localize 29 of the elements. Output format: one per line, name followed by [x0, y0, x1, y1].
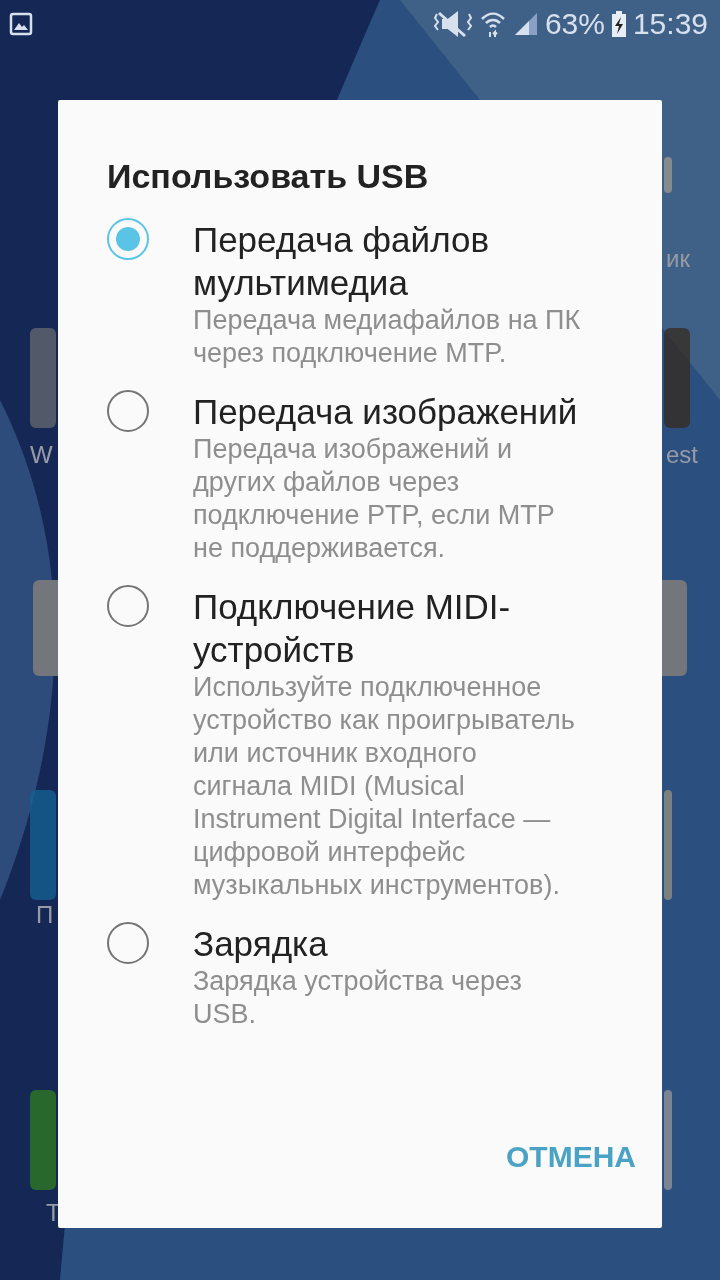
option-title: Зарядка [193, 923, 329, 965]
option-description: Зарядка устройства через USB. [193, 965, 523, 1031]
option-description: Передача изображений и других файлов через подключение PTP, если MTP не поддерживается. [193, 433, 556, 565]
cancel-button[interactable]: ОТМЕНА [502, 1134, 640, 1180]
app-label: W [30, 440, 53, 470]
radio-button[interactable] [107, 218, 149, 260]
option-description: Используйте подключенное устройство как проигрыватель или источник входного сигнала MIDI (Musical Instrument Digital Interface — цифровой интерфейс музыкальных инструментов). [193, 671, 576, 902]
option-title: Передача файлов мультимедиа [193, 219, 490, 304]
app-label: est [666, 440, 698, 470]
clock: 15:39 [632, 7, 708, 41]
radio-button[interactable] [107, 585, 149, 627]
image-icon [9, 12, 33, 36]
option-title: Передача изображений [193, 391, 579, 433]
dialog-title: Использовать USB [107, 156, 430, 196]
option-description: Передача медиафайлов на ПК через подключение MTP. [193, 304, 582, 370]
app-icon[interactable] [664, 157, 672, 193]
app-icon[interactable] [664, 328, 690, 428]
mute-icon [432, 10, 473, 38]
radio-button[interactable] [107, 390, 149, 432]
app-icon[interactable] [664, 1090, 672, 1190]
app-label: ик [666, 244, 690, 274]
app-icon[interactable] [30, 328, 56, 428]
battery-percentage: 63% [544, 7, 605, 41]
option-title: Подключение MIDI-устройств [193, 586, 512, 671]
app-label: П [36, 900, 54, 930]
app-icon[interactable] [30, 1090, 56, 1190]
radio-button[interactable] [107, 922, 149, 964]
app-icon[interactable] [30, 790, 56, 900]
app-icon[interactable] [664, 790, 672, 900]
